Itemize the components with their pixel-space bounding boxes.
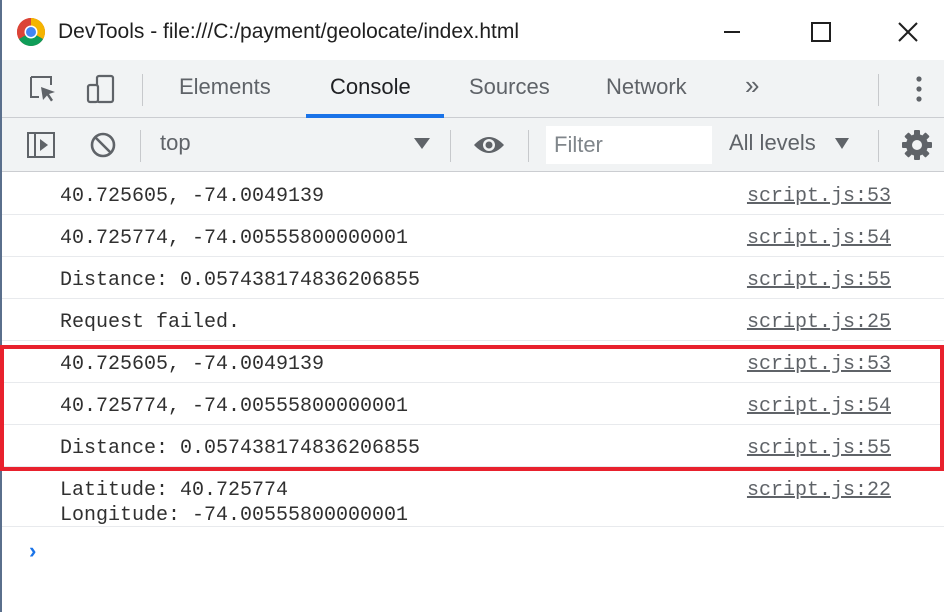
source-link[interactable]: script.js:53: [747, 185, 891, 208]
console-message: 40.725605, -74.0049139 script.js:53: [2, 341, 944, 383]
message-text: Distance: 0.057438174836206855: [60, 269, 421, 292]
toolbar-divider: [878, 130, 879, 162]
source-link[interactable]: script.js:54: [747, 395, 891, 418]
filter-field[interactable]: [546, 126, 712, 164]
tab-console[interactable]: Console: [330, 74, 411, 100]
toolbar-divider: [528, 130, 529, 162]
chrome-logo-icon: [16, 17, 46, 47]
console-message: 40.725774, -74.00555800000001 script.js:…: [2, 383, 944, 425]
panel-tab-bar: Elements Console Sources Network »: [2, 60, 944, 118]
message-text: Request failed.: [60, 311, 241, 334]
console-message: Request failed. script.js:25: [2, 299, 944, 341]
message-text: 40.725774, -74.00555800000001: [60, 395, 409, 418]
title-bar: DevTools - file:///C:/payment/geolocate/…: [2, 0, 944, 60]
close-icon[interactable]: [878, 12, 938, 52]
console-message: Latitude: 40.725774 Longitude: -74.00555…: [2, 467, 944, 527]
tab-elements[interactable]: Elements: [179, 74, 271, 100]
devtools-window: DevTools - file:///C:/payment/geolocate/…: [0, 0, 944, 612]
maximize-icon[interactable]: [791, 12, 851, 52]
message-text-line2: Longitude: -74.00555800000001: [60, 504, 409, 527]
message-text: 40.725774, -74.00555800000001: [60, 227, 409, 250]
device-toolbar-icon[interactable]: [84, 72, 118, 106]
log-levels-dropdown[interactable]: All levels: [729, 130, 816, 156]
source-link[interactable]: script.js:54: [747, 227, 891, 250]
source-link[interactable]: script.js:55: [747, 437, 891, 460]
minimize-icon[interactable]: [702, 12, 762, 52]
kebab-menu-icon[interactable]: [902, 72, 936, 106]
window-title: DevTools - file:///C:/payment/geolocate/…: [58, 20, 520, 43]
toolbar-divider: [142, 74, 143, 106]
tab-network[interactable]: Network: [606, 74, 687, 100]
filter-input[interactable]: [554, 132, 704, 158]
message-text: 40.725605, -74.0049139: [60, 185, 325, 208]
source-link[interactable]: script.js:22: [747, 479, 891, 502]
console-message: Distance: 0.057438174836206855 script.js…: [2, 425, 944, 467]
message-text: Distance: 0.057438174836206855: [60, 437, 421, 460]
context-selector[interactable]: top: [160, 130, 191, 156]
source-link[interactable]: script.js:55: [747, 269, 891, 292]
settings-gear-icon[interactable]: [900, 128, 934, 162]
console-messages: 40.725605, -74.0049139 script.js:53 40.7…: [2, 173, 944, 527]
message-text: Latitude: 40.725774: [60, 479, 289, 502]
inspect-element-icon[interactable]: [26, 72, 60, 106]
sidebar-toggle-icon[interactable]: [24, 128, 58, 162]
eye-icon[interactable]: [472, 128, 506, 162]
more-tabs-button[interactable]: »: [745, 70, 759, 101]
toolbar-divider: [878, 74, 879, 106]
source-link[interactable]: script.js:53: [747, 353, 891, 376]
console-prompt[interactable]: ›: [26, 540, 39, 565]
message-text: 40.725605, -74.0049139: [60, 353, 325, 376]
toolbar-divider: [140, 130, 141, 162]
toolbar-divider: [450, 130, 451, 162]
chevron-down-icon[interactable]: [414, 138, 430, 149]
tab-sources[interactable]: Sources: [469, 74, 550, 100]
console-message: 40.725605, -74.0049139 script.js:53: [2, 173, 944, 215]
clear-console-icon[interactable]: [86, 128, 120, 162]
console-message: Distance: 0.057438174836206855 script.js…: [2, 257, 944, 299]
console-message: 40.725774, -74.00555800000001 script.js:…: [2, 215, 944, 257]
console-toolbar: top All levels: [2, 118, 944, 172]
chevron-down-icon[interactable]: [835, 138, 849, 149]
source-link[interactable]: script.js:25: [747, 311, 891, 334]
